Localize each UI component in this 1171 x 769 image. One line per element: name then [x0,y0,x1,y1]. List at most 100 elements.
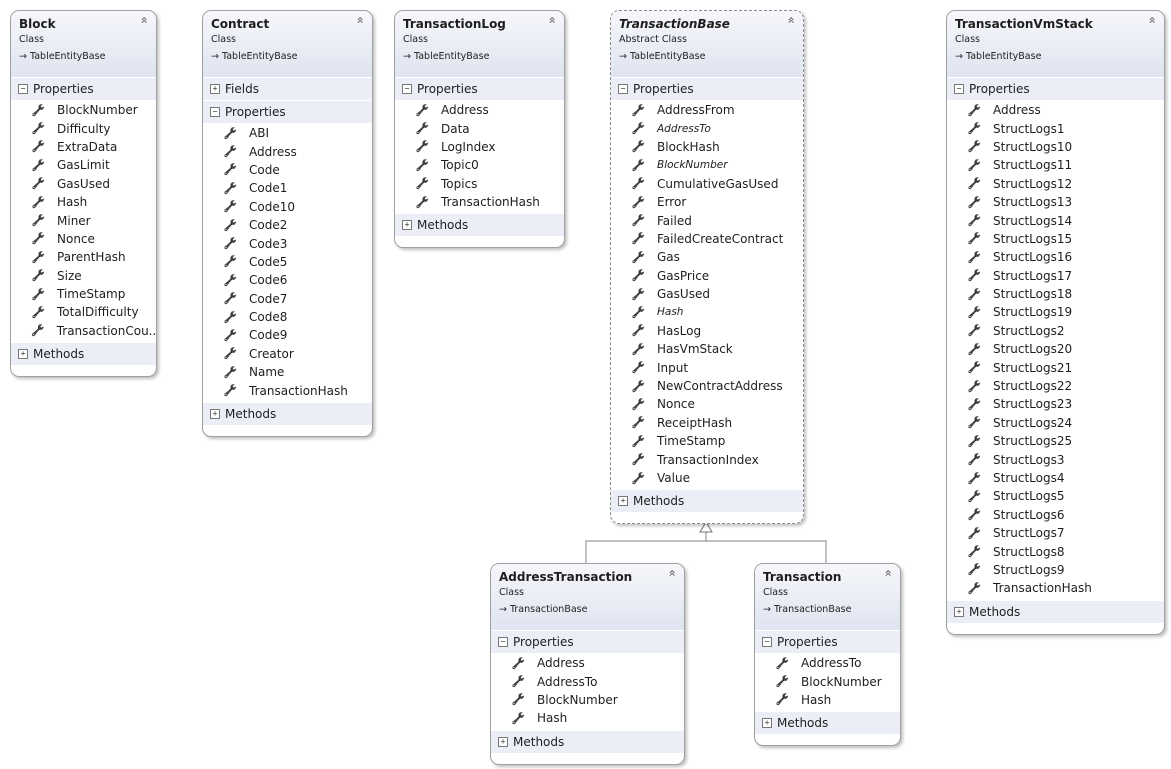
property-item[interactable]: 🔧 Hash [491,709,684,727]
property-item[interactable]: 🔧 StructLogs2 [947,322,1164,340]
section-properties[interactable]: − Properties [203,101,372,123]
collapse-minus-icon[interactable]: − [498,637,508,647]
property-item[interactable]: 🔧 NewContractAddress [611,377,803,395]
property-item[interactable]: 🔧 Address [203,142,372,160]
property-item[interactable]: 🔧 HasVmStack [611,340,803,358]
expand-plus-icon[interactable]: + [954,606,964,617]
collapse-minus-icon[interactable]: − [210,107,220,117]
section-methods[interactable]: + Methods [755,712,900,735]
expand-plus-icon[interactable]: + [402,220,412,231]
property-item[interactable]: 🔧 BlockNumber [11,101,156,119]
property-item[interactable]: 🔧 GasPrice [611,267,803,285]
property-item[interactable]: 🔧 StructLogs10 [947,138,1164,156]
property-item[interactable]: 🔧 StructLogs11 [947,156,1164,174]
property-item[interactable]: 🔧 Code7 [203,290,372,308]
section-methods[interactable]: + Methods [11,343,156,366]
property-item[interactable]: 🔧 BlockHash [611,138,803,156]
class-box-addresstransaction[interactable]: AddressTransaction Class → TransactionBase… [490,563,685,765]
property-item[interactable]: 🔧 TransactionHash [203,381,372,399]
property-item[interactable]: 🔧 GasUsed [11,175,156,193]
property-item[interactable]: 🔧 StructLogs19 [947,303,1164,321]
property-item[interactable]: 🔧 FailedCreateContract [611,230,803,248]
property-item[interactable]: 🔧 Value [611,469,803,487]
expand-plus-icon[interactable]: + [762,718,772,729]
property-item[interactable]: 🔧 StructLogs5 [947,487,1164,505]
property-item[interactable]: 🔧 ReceiptHash [611,414,803,432]
property-item[interactable]: 🔧 TotalDifficulty [11,303,156,321]
property-item[interactable]: 🔧 Hash [11,193,156,211]
property-item[interactable]: 🔧 TransactionIndex [611,450,803,468]
property-item[interactable]: 🔧 TransactionCou... [11,322,156,340]
section-properties[interactable]: − Properties [947,78,1164,100]
section-properties[interactable]: − Properties [395,78,564,100]
property-item[interactable]: 🔧 Code [203,161,372,179]
property-item[interactable]: 🔧 Creator [203,345,372,363]
property-item[interactable]: 🔧 StructLogs21 [947,358,1164,376]
section-properties[interactable]: − Properties [755,631,900,653]
property-item[interactable]: 🔧 Code2 [203,216,372,234]
property-item[interactable]: 🔧 HasLog [611,322,803,340]
class-box-transactionlog[interactable]: TransactionLog Class → TableEntityBase « − Pr… [394,10,565,249]
property-item[interactable]: 🔧 StructLogs18 [947,285,1164,303]
property-item[interactable]: 🔧 Code1 [203,179,372,197]
collapse-minus-icon[interactable]: − [18,84,28,94]
property-item[interactable]: 🔧 AddressFrom [611,101,803,119]
property-item[interactable]: 🔧 StructLogs14 [947,211,1164,229]
collapse-chevron-icon[interactable]: « [353,16,367,23]
class-box-contract[interactable]: Contract Class → TableEntityBase « + Fields − P… [202,10,373,437]
property-item[interactable]: 🔧 Hash [755,691,900,709]
property-item[interactable]: 🔧 Difficulty [11,119,156,137]
collapse-minus-icon[interactable]: − [954,84,964,94]
property-item[interactable]: 🔧 TransactionHash [947,579,1164,597]
class-box-transaction[interactable]: Transaction Class → TransactionBase « − Prope… [754,563,901,747]
property-item[interactable]: 🔧 Code10 [203,198,372,216]
property-item[interactable]: 🔧 Name [203,363,372,381]
property-item[interactable]: 🔧 Topic0 [395,156,564,174]
expand-plus-icon[interactable]: + [210,84,220,94]
property-item[interactable]: 🔧 BlockNumber [491,691,684,709]
property-item[interactable]: 🔧 TimeStamp [11,285,156,303]
property-item[interactable]: 🔧 Topics [395,175,564,193]
property-item[interactable]: 🔧 StructLogs13 [947,193,1164,211]
property-item[interactable]: 🔧 StructLogs25 [947,432,1164,450]
section-methods[interactable]: + Methods [491,730,684,753]
property-item[interactable]: 🔧 StructLogs22 [947,377,1164,395]
section-methods[interactable]: + Methods [947,600,1164,623]
property-item[interactable]: 🔧 Code6 [203,271,372,289]
section-properties[interactable]: − Properties [491,631,684,653]
property-item[interactable]: 🔧 Code9 [203,326,372,344]
property-item[interactable]: 🔧 StructLogs9 [947,561,1164,579]
section-methods[interactable]: + Methods [611,490,803,513]
property-item[interactable]: 🔧 Miner [11,211,156,229]
property-item[interactable]: 🔧 TimeStamp [611,432,803,450]
collapse-chevron-icon[interactable]: « [881,569,895,576]
property-item[interactable]: 🔧 Size [11,267,156,285]
property-item[interactable]: 🔧 Failed [611,211,803,229]
property-item[interactable]: 🔧 StructLogs4 [947,469,1164,487]
expand-plus-icon[interactable]: + [498,736,508,747]
collapse-chevron-icon[interactable]: « [545,16,559,23]
property-item[interactable]: 🔧 Address [947,101,1164,119]
class-box-transactionbase[interactable]: TransactionBase Abstract Class → TableEnti… [610,10,804,525]
property-item[interactable]: 🔧 AddressTo [491,672,684,690]
property-item[interactable]: 🔧 ParentHash [11,248,156,266]
property-item[interactable]: 🔧 Data [395,119,564,137]
section-properties[interactable]: − Properties [611,78,803,100]
property-item[interactable]: 🔧 StructLogs20 [947,340,1164,358]
property-item[interactable]: 🔧 LogIndex [395,138,564,156]
collapse-minus-icon[interactable]: − [618,84,628,94]
property-item[interactable]: 🔧 CumulativeGasUsed [611,175,803,193]
collapse-chevron-icon[interactable]: « [1145,16,1159,23]
property-item[interactable]: 🔧 Nonce [611,395,803,413]
section-methods[interactable]: + Methods [203,402,372,425]
class-box-block[interactable]: Block Class → TableEntityBase «− Properties 🔧… [10,10,157,378]
property-item[interactable]: 🔧 AddressTo [755,654,900,672]
property-item[interactable]: 🔧 TransactionHash [395,193,564,211]
property-item[interactable]: 🔧 Address [491,654,684,672]
expand-plus-icon[interactable]: + [210,408,220,419]
property-item[interactable]: 🔧 Code5 [203,253,372,271]
property-item[interactable]: 🔧 StructLogs12 [947,175,1164,193]
property-item[interactable]: 🔧 StructLogs24 [947,414,1164,432]
property-item[interactable]: 🔧 StructLogs16 [947,248,1164,266]
expand-plus-icon[interactable]: + [18,349,28,360]
